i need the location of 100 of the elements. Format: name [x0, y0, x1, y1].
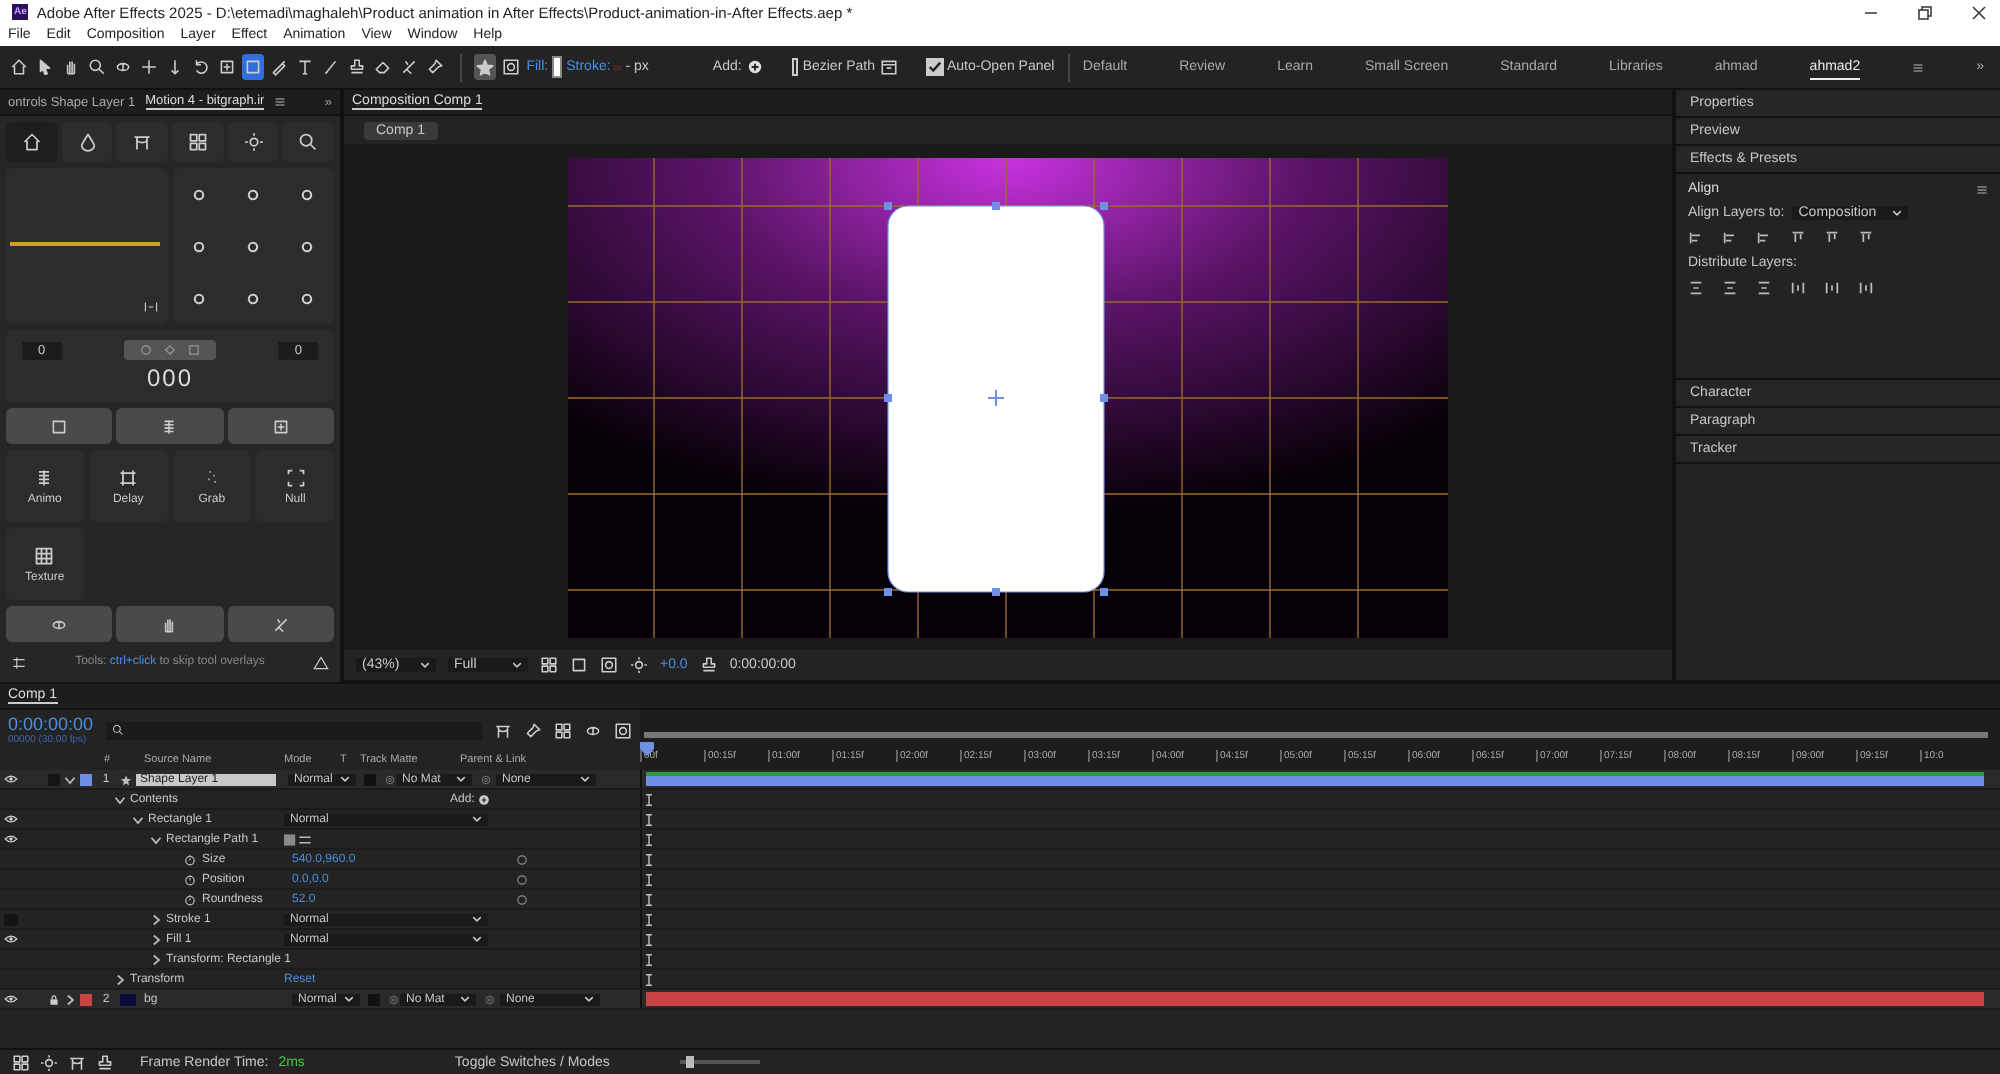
anchor-point-icon[interactable] [300, 239, 315, 253]
caret-icon [344, 994, 354, 1004]
eye-icon[interactable] [3, 774, 17, 784]
magnifier-icon [88, 58, 106, 76]
mode-toggle[interactable] [124, 340, 216, 360]
anchor-point-icon[interactable] [246, 239, 261, 253]
stopwatch-icon[interactable] [184, 893, 196, 905]
bridge-nav-button[interactable] [116, 122, 169, 162]
stamp-icon[interactable] [96, 1053, 114, 1071]
preserve-transparency-checkbox[interactable] [368, 993, 380, 1005]
menu-icon[interactable] [274, 96, 287, 108]
corners-icon [285, 467, 306, 487]
lock-icon[interactable] [48, 993, 60, 1005]
rectangle-icon[interactable] [570, 656, 588, 674]
align-icon[interactable] [1756, 230, 1772, 246]
eye-icon[interactable] [3, 834, 17, 844]
text-icon [296, 58, 314, 76]
eye-icon[interactable] [3, 934, 17, 944]
bridge-icon[interactable] [494, 721, 512, 739]
menu-icon[interactable] [1912, 61, 1925, 73]
pin-icon[interactable] [524, 721, 542, 739]
anchor-point-icon[interactable] [246, 291, 261, 305]
eye-icon[interactable] [3, 814, 17, 824]
layers-button[interactable] [6, 408, 113, 444]
align-icon[interactable] [1790, 230, 1806, 246]
target-icon[interactable] [630, 656, 648, 674]
distribute-icon[interactable] [1824, 280, 1840, 296]
panel-icon[interactable] [879, 58, 897, 76]
add-icon[interactable] [478, 793, 491, 805]
arrow-tool-button[interactable] [34, 54, 56, 80]
settings-icon[interactable] [10, 653, 28, 671]
restore-icon[interactable] [1916, 3, 1934, 21]
rectangle-tool-button[interactable] [242, 54, 264, 80]
path-direction-icon[interactable] [284, 833, 312, 845]
anchor-point-icon[interactable] [300, 187, 315, 201]
drop-nav-button[interactable] [61, 122, 113, 162]
grid-icon[interactable] [554, 721, 572, 739]
stopwatch-icon[interactable] [184, 853, 196, 865]
anchor-point-icon[interactable] [192, 239, 207, 253]
align-icon[interactable] [1688, 230, 1704, 246]
anchor-point-icon[interactable] [192, 187, 207, 201]
caret-icon [456, 774, 466, 784]
bridge-icon [132, 132, 153, 152]
label-swatch[interactable] [80, 773, 92, 785]
add-icon[interactable] [745, 58, 764, 76]
easing-panel[interactable] [6, 168, 167, 324]
target-nav-button[interactable] [227, 122, 279, 162]
rotate-tool-button[interactable] [190, 54, 212, 80]
menu-icon[interactable] [1976, 183, 1988, 195]
caret-icon [420, 660, 430, 670]
move-tool-button[interactable] [138, 54, 160, 80]
grid-icon [187, 132, 208, 152]
caret-icon [460, 994, 470, 1004]
mask-mode-button[interactable] [500, 54, 523, 80]
mask-icon[interactable] [600, 656, 618, 674]
distribute-icon[interactable] [1688, 280, 1704, 296]
magnifier-tool-button[interactable] [86, 54, 108, 80]
stamp-icon[interactable] [699, 656, 718, 674]
time-marker-icon [646, 873, 652, 885]
align-icon[interactable] [1722, 230, 1738, 246]
anchor-point-icon[interactable] [192, 291, 207, 305]
home-tool-button[interactable] [8, 54, 30, 80]
align-icon[interactable] [1858, 230, 1874, 246]
pen-icon [270, 58, 288, 76]
label-swatch[interactable] [80, 993, 92, 1005]
triangle-icon[interactable] [312, 653, 330, 671]
home-nav-button[interactable] [6, 122, 58, 162]
star-icon [120, 773, 132, 785]
checkbox[interactable] [925, 58, 943, 76]
star-mode-button[interactable] [474, 54, 497, 80]
anchor-button[interactable] [227, 408, 334, 444]
search-field[interactable] [105, 721, 482, 739]
square-icon [188, 344, 200, 356]
target-icon[interactable] [40, 1053, 58, 1071]
time-marker-icon [646, 793, 652, 805]
grid-nav-button[interactable] [172, 122, 224, 162]
grid-icon[interactable] [540, 656, 558, 674]
bridge-icon[interactable] [68, 1053, 86, 1071]
stopwatch-icon[interactable] [184, 873, 196, 885]
preserve-transparency-checkbox[interactable] [364, 773, 376, 785]
arrow-icon [36, 58, 54, 76]
distribute-icon[interactable] [1722, 280, 1738, 296]
anchor-point-icon[interactable] [246, 187, 261, 201]
distribute-icon[interactable] [1756, 280, 1772, 296]
distribute-icon[interactable] [1790, 280, 1806, 296]
close-icon[interactable] [1970, 3, 1988, 21]
stamp-icon [348, 58, 366, 76]
fill-swatch[interactable] [552, 56, 563, 78]
playhead-icon[interactable] [640, 742, 654, 756]
anchor-point-icon[interactable] [300, 291, 315, 305]
eye-icon[interactable] [3, 994, 17, 1004]
distribute-icon[interactable] [1858, 280, 1874, 296]
checker-icon [34, 545, 55, 565]
magnifier-nav-button[interactable] [282, 122, 335, 162]
align-icon[interactable] [1824, 230, 1840, 246]
brush-icon [322, 58, 340, 76]
grid-icon[interactable] [12, 1053, 30, 1071]
timeline-timecode[interactable]: 0:00:00:00 [8, 714, 94, 734]
zoom-slider-thumb[interactable] [686, 1056, 695, 1068]
mask-icon[interactable] [614, 721, 632, 739]
